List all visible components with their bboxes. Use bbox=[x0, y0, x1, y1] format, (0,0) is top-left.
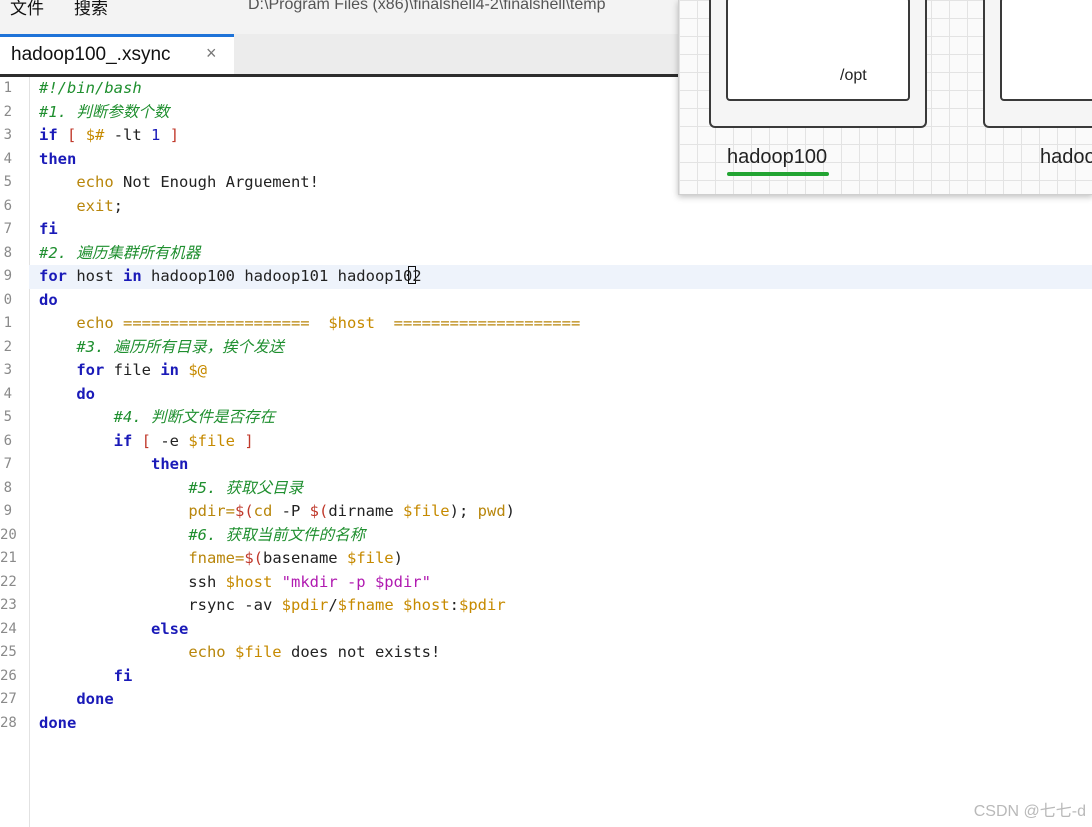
line-number: 5 bbox=[3, 409, 12, 425]
code-line[interactable]: echo ==================== $host ========… bbox=[39, 312, 580, 336]
file-path: D:\Program Files (x86)\finalshell4-2\fin… bbox=[248, 0, 606, 13]
line-number: 1 bbox=[3, 315, 12, 331]
line-number: 8 bbox=[3, 479, 12, 496]
tab-bar: hadoop100_.xsync × bbox=[0, 34, 680, 77]
line-number: 27 bbox=[0, 691, 17, 707]
close-icon[interactable]: × bbox=[206, 43, 217, 64]
menu-file[interactable]: 文件 bbox=[10, 0, 44, 19]
code-line[interactable]: #2. 遍历集群所有机器 bbox=[39, 242, 200, 266]
code-line[interactable]: echo $file does not exists! bbox=[39, 641, 440, 665]
line-number: 7 bbox=[3, 221, 12, 237]
server-box-hadoop100: /opt bbox=[709, 0, 927, 128]
line-number: 7 bbox=[3, 456, 12, 472]
code-line[interactable]: for host in hadoop100 hadoop101 hadoop10… bbox=[39, 265, 422, 289]
line-number: 9 bbox=[3, 503, 12, 519]
server-screen: /opt bbox=[726, 0, 910, 101]
host-label-hadoop100: hadoop100 bbox=[727, 146, 828, 168]
code-line[interactable]: #5. 获取父目录 bbox=[39, 477, 303, 501]
code-line[interactable]: #3. 遍历所有目录，挨个发送 bbox=[39, 336, 284, 360]
line-number: 0 bbox=[3, 291, 12, 308]
line-number: 8 bbox=[3, 244, 12, 261]
line-number: 6 bbox=[3, 432, 12, 449]
opt-dir-label: /opt bbox=[840, 67, 867, 84]
code-line[interactable]: if [ $# -lt 1 ] bbox=[39, 124, 179, 148]
tab-xsync[interactable]: hadoop100_.xsync × bbox=[0, 34, 234, 74]
code-line[interactable]: #4. 判断文件是否存在 bbox=[39, 406, 275, 430]
watermark: CSDN @七七-d bbox=[973, 803, 1086, 820]
line-number: 6 bbox=[3, 197, 12, 214]
code-line[interactable]: exit; bbox=[39, 195, 123, 219]
line-number: 9 bbox=[3, 268, 12, 284]
text-cursor bbox=[408, 266, 417, 284]
line-number: 20 bbox=[0, 526, 17, 543]
code-line[interactable]: rsync -av $pdir/$fname $host:$pdir bbox=[39, 594, 505, 618]
line-number: 25 bbox=[0, 644, 17, 660]
line-number: 4 bbox=[3, 385, 12, 402]
line-number: 21 bbox=[0, 550, 17, 566]
code-line[interactable]: ssh $host "mkdir -p $pdir" bbox=[39, 571, 431, 595]
code-line[interactable]: else bbox=[39, 618, 188, 642]
code-line[interactable]: #1. 判断参数个数 bbox=[39, 101, 169, 125]
tab-label: hadoop100_.xsync bbox=[11, 44, 171, 65]
code-line[interactable]: #!/bin/bash bbox=[39, 77, 142, 101]
code-line[interactable]: fi bbox=[39, 665, 133, 689]
line-number: 1 bbox=[3, 80, 12, 96]
diagram-overlay: /opt hadoop100 hadoo bbox=[678, 0, 1092, 195]
code-line[interactable]: do bbox=[39, 289, 58, 313]
line-number: 3 bbox=[3, 362, 12, 378]
host-underline bbox=[727, 172, 829, 176]
code-line[interactable]: do bbox=[39, 383, 95, 407]
menu-search[interactable]: 搜索 bbox=[74, 0, 108, 19]
server-box-hadoop101 bbox=[983, 0, 1092, 128]
server-screen bbox=[1000, 0, 1092, 101]
code-line[interactable]: fname=$(basename $file) bbox=[39, 547, 403, 571]
code-line[interactable]: done bbox=[39, 712, 76, 736]
line-number: 24 bbox=[0, 620, 17, 637]
code-line[interactable]: #6. 获取当前文件的名称 bbox=[39, 524, 365, 548]
code-line[interactable]: echo Not Enough Arguement! bbox=[39, 171, 319, 195]
line-number: 22 bbox=[0, 573, 17, 590]
code-line[interactable]: then bbox=[39, 453, 188, 477]
host-label-hadoop101: hadoo bbox=[1040, 146, 1092, 168]
line-number: 23 bbox=[0, 597, 17, 613]
line-number: 28 bbox=[0, 714, 17, 731]
line-number: 26 bbox=[0, 667, 17, 684]
line-number: 2 bbox=[3, 338, 12, 355]
line-number: 3 bbox=[3, 127, 12, 143]
code-line[interactable]: fi bbox=[39, 218, 58, 242]
code-line[interactable]: if [ -e $file ] bbox=[39, 430, 254, 454]
code-line[interactable]: for file in $@ bbox=[39, 359, 207, 383]
line-number: 5 bbox=[3, 174, 12, 190]
code-line[interactable]: then bbox=[39, 148, 76, 172]
line-number: 2 bbox=[3, 103, 12, 120]
line-number: 4 bbox=[3, 150, 12, 167]
code-line[interactable]: done bbox=[39, 688, 113, 712]
code-line[interactable]: pdir=$(cd -P $(dirname $file); pwd) bbox=[39, 500, 515, 524]
